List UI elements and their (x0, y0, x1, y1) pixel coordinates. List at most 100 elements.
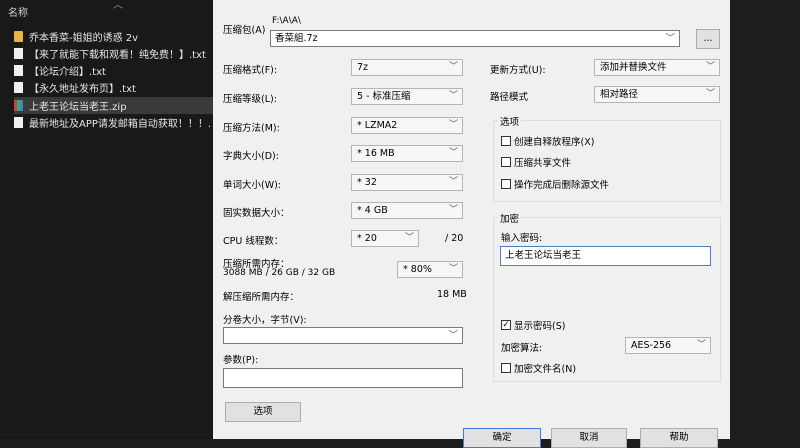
dict-value: * 16 MB (357, 148, 395, 159)
options-button[interactable]: 选项 (225, 402, 301, 422)
chevron-down-icon: ﹀ (705, 62, 715, 72)
column-header-name[interactable]: 名称 (8, 4, 28, 19)
update-label: 更新方式(U): (490, 65, 546, 76)
word-label: 单词大小(W): (223, 180, 282, 191)
delete-label: 操作完成后删除源文件 (514, 180, 610, 191)
cancel-button[interactable]: 取消 (551, 428, 627, 448)
mem-select[interactable]: * 80% ﹀ (397, 261, 463, 278)
decomp-value: 18 MB (437, 289, 467, 300)
shared-label: 压缩共享文件 (514, 158, 572, 169)
cpu-label: CPU 线程数： (223, 236, 284, 247)
chevron-down-icon: ﹀ (448, 62, 458, 72)
file-row[interactable]: 上老王论坛当老王.zip (14, 97, 214, 114)
split-label: 分卷大小，字节(V): (223, 315, 307, 326)
method-label: 压缩方法(M): (223, 123, 280, 134)
cpu-select[interactable]: * 20 ﹀ (351, 230, 419, 247)
file-name: 乔本香菜-姐姐的诱惑 2v (29, 33, 139, 44)
method-select[interactable]: * LZMA2 ﹀ (351, 117, 463, 134)
password-input[interactable]: 上老王论坛当老王 (500, 246, 711, 266)
sort-up-icon[interactable]: ︿ (113, 0, 123, 11)
archive-label: 压缩包(A) (223, 25, 266, 36)
level-label: 压缩等级(L): (223, 94, 277, 105)
checkbox-box (501, 363, 511, 373)
params-label: 参数(P): (223, 355, 259, 366)
chevron-down-icon: ﹀ (448, 264, 458, 274)
sfx-checkbox[interactable]: 创建自释放程序(X) (501, 134, 594, 148)
level-select[interactable]: 5 - 标准压缩 ﹀ (351, 88, 463, 105)
word-value: * 32 (357, 177, 377, 188)
chevron-down-icon: ﹀ (448, 120, 458, 130)
chevron-down-icon: ﹀ (448, 205, 458, 215)
file-row[interactable]: 最新地址及APP请发邮箱自动获取！！！. (14, 114, 214, 131)
mem-value: * 80% (403, 264, 432, 275)
chevron-down-icon: ﹀ (448, 91, 458, 101)
text-file-icon (14, 117, 23, 128)
dict-label: 字典大小(D): (223, 151, 279, 162)
password-value: 上老王论坛当老王 (505, 250, 582, 261)
ok-button[interactable]: 确定 (463, 428, 541, 448)
add-to-archive-dialog: 压缩包(A) F:\A\A\ 香菜組.7z ﹀ ... 压缩格式(F): 7z ﹀… (213, 0, 730, 448)
decomp-label: 解压缩所需内存： (223, 292, 300, 303)
format-select[interactable]: 7z ﹀ (351, 59, 463, 76)
update-select[interactable]: 添加并替换文件 ﹀ (594, 59, 720, 76)
dict-select[interactable]: * 16 MB ﹀ (351, 145, 463, 162)
solid-label: 固实数据大小： (223, 208, 290, 219)
check-icon: ✓ (501, 320, 511, 330)
file-name: 【论坛介绍】.txt (29, 67, 106, 78)
file-row[interactable]: 【永久地址发布页】.txt (14, 79, 214, 96)
browse-button[interactable]: ... (696, 29, 720, 49)
options-group-title: 选项 (498, 114, 522, 128)
file-name: 【来了就能下载和观看！纯免费！】.txt (29, 50, 206, 61)
file-name: 上老王论坛当老王.zip (29, 102, 127, 113)
chevron-down-icon[interactable]: ﹀ (665, 31, 675, 46)
help-button[interactable]: 帮助 (640, 428, 718, 448)
shared-checkbox[interactable]: 压缩共享文件 (501, 155, 571, 169)
folder-icon (14, 31, 23, 42)
path-label: 路径模式 (490, 92, 529, 103)
solid-select[interactable]: * 4 GB ﹀ (351, 202, 463, 219)
file-row[interactable]: 【论坛介绍】.txt (14, 62, 214, 79)
text-file-icon (14, 65, 23, 76)
format-label: 压缩格式(F): (223, 65, 278, 76)
checkbox-box (501, 179, 511, 189)
text-file-icon (14, 48, 23, 59)
file-explorer: ︿ 名称 乔本香菜-姐姐的诱惑 2v 【来了就能下载和观看！纯免费！】.txt 【论… (0, 0, 214, 439)
chevron-down-icon: ﹀ (448, 177, 458, 187)
chevron-down-icon: ﹀ (448, 148, 458, 158)
archive-icon (14, 100, 23, 111)
chevron-down-icon: ﹀ (404, 233, 414, 243)
split-combo[interactable]: ﹀ (223, 327, 463, 344)
file-name: 最新地址及APP请发邮箱自动获取！！！. (29, 119, 212, 130)
format-value: 7z (357, 62, 369, 73)
update-value: 添加并替换文件 (600, 62, 667, 73)
password-label: 输入密码: (501, 233, 543, 244)
method-value: * LZMA2 (357, 120, 398, 131)
enc-method-select[interactable]: AES-256 ﹀ (625, 337, 711, 354)
params-input[interactable] (223, 368, 463, 388)
path-value: 相对路径 (600, 89, 639, 100)
encrypt-names-checkbox[interactable]: 加密文件名(N) (501, 361, 576, 375)
encryption-group-title: 加密 (498, 211, 522, 225)
delete-checkbox[interactable]: 操作完成后删除源文件 (501, 177, 609, 191)
chevron-down-icon: ﹀ (696, 340, 706, 350)
enc-method-value: AES-256 (631, 340, 672, 351)
archive-name-input[interactable]: 香菜組.7z ﹀ (270, 30, 680, 47)
chevron-down-icon: ﹀ (705, 89, 715, 99)
level-value: 5 - 标准压缩 (357, 91, 411, 102)
file-row[interactable]: 【来了就能下载和观看！纯免费！】.txt (14, 45, 214, 62)
show-password-checkbox[interactable]: ✓ 显示密码(S) (501, 318, 565, 332)
checkbox-box (501, 136, 511, 146)
archive-name-value: 香菜組.7z (275, 33, 318, 44)
path-select[interactable]: 相对路径 ﹀ (594, 86, 720, 103)
solid-value: * 4 GB (357, 205, 388, 216)
show-password-label: 显示密码(S) (514, 321, 566, 332)
enc-method-label: 加密算法: (501, 343, 543, 354)
chevron-down-icon: ﹀ (448, 330, 458, 341)
archive-path: F:\A\A\ (272, 16, 301, 26)
word-select[interactable]: * 32 ﹀ (351, 174, 463, 191)
background-right (730, 0, 800, 439)
file-row[interactable]: 乔本香菜-姐姐的诱惑 2v (14, 28, 214, 45)
text-file-icon (14, 82, 23, 93)
file-name: 【永久地址发布页】.txt (29, 84, 136, 95)
checkbox-box (501, 157, 511, 167)
